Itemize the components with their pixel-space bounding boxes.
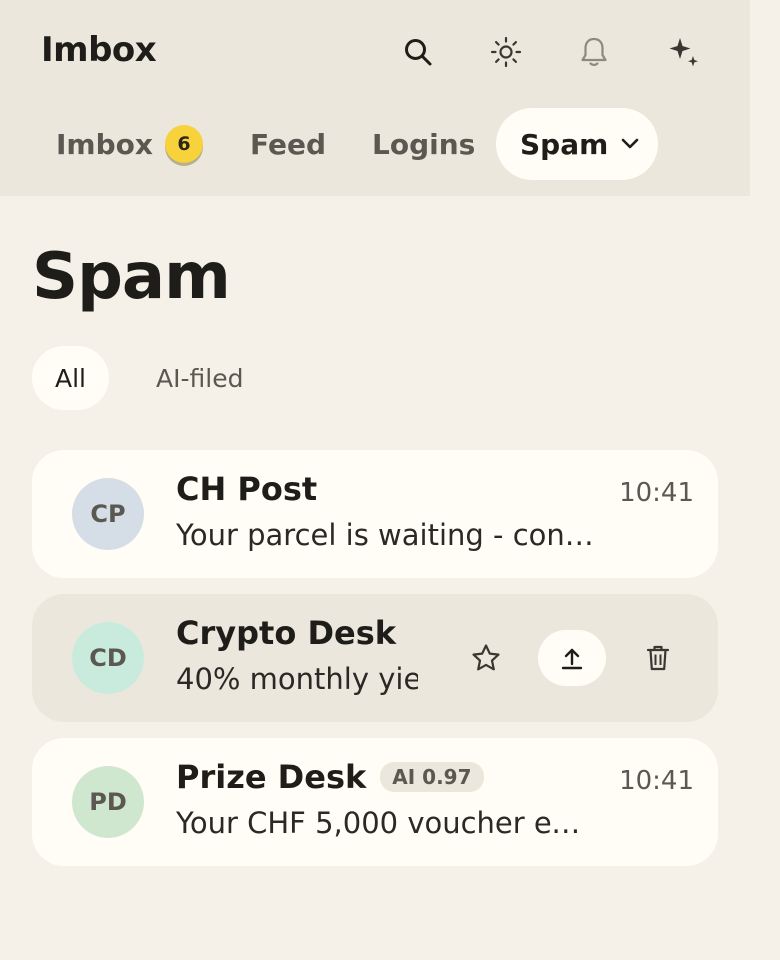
message-preview: Your parcel is waiting - confirm your de… xyxy=(176,518,596,552)
sender-name: CH Post xyxy=(176,470,318,508)
message-time: 10:41 xyxy=(619,478,694,508)
move-to-imbox-icon xyxy=(561,648,583,670)
tab-label: Imbox xyxy=(56,127,153,161)
avatar: PD xyxy=(72,766,144,838)
trash-icon xyxy=(646,645,670,671)
tab-logins[interactable]: Logins xyxy=(372,108,475,180)
unread-count-badge: 6 xyxy=(164,125,203,163)
bell-icon xyxy=(581,37,607,67)
sender-name: Prize Desk AI 0.97 xyxy=(176,758,484,796)
app-title: Imbox xyxy=(41,30,157,70)
tab-feed[interactable]: Feed xyxy=(250,108,326,180)
sender-label: Crypto Desk xyxy=(176,614,397,652)
avatar: CD xyxy=(72,622,144,694)
message-text-clip: Crypto Desk AI 40% monthly yield guarante… xyxy=(176,594,418,722)
star-icon xyxy=(472,644,500,671)
tab-label: Logins xyxy=(372,127,476,161)
chevron-down-icon xyxy=(621,138,639,149)
tab-label: Spam xyxy=(520,127,609,161)
delete-button[interactable] xyxy=(630,630,686,686)
sender-label: Prize Desk xyxy=(176,758,367,796)
tab-label: Feed xyxy=(250,127,327,161)
message-row[interactable]: PD Prize Desk AI 0.97 Your CHF 5,000 vouc… xyxy=(32,738,718,866)
sender-name: Crypto Desk AI xyxy=(176,614,418,652)
star-button[interactable] xyxy=(458,630,514,686)
avatar: CP xyxy=(72,478,144,550)
message-row[interactable]: CD Crypto Desk AI 40% monthly yield guara… xyxy=(32,594,718,722)
ai-assistant-button[interactable] xyxy=(662,30,706,74)
mailbox-tabs: Imbox 6 Feed Logins Spam xyxy=(0,108,750,180)
sun-icon xyxy=(490,36,522,68)
message-row[interactable]: CP CH Post Your parcel is waiting - conf… xyxy=(32,450,718,578)
tab-spam[interactable]: Spam xyxy=(496,108,658,180)
theme-button[interactable] xyxy=(484,30,528,74)
filter-ai-filed[interactable]: AI-filed xyxy=(156,346,243,410)
search-button[interactable] xyxy=(396,30,440,74)
ai-score-tag: AI 0.97 xyxy=(380,762,484,792)
sparkle-icon xyxy=(669,38,698,67)
move-to-imbox-button[interactable] xyxy=(538,630,606,686)
message-preview: Your CHF 5,000 voucher expires today xyxy=(176,806,596,840)
tab-imbox[interactable]: Imbox 6 xyxy=(56,108,203,180)
search-icon xyxy=(405,39,432,66)
message-time: 10:41 xyxy=(619,766,694,796)
page-title: Spam xyxy=(32,240,231,314)
top-bar: Imbox Imbox 6 Feed Logins Spam xyxy=(0,0,750,196)
message-preview: 40% monthly yield guaranteed xyxy=(176,662,418,696)
notifications-button[interactable] xyxy=(572,30,616,74)
filter-all[interactable]: All xyxy=(32,346,109,410)
ai-score-tag: AI xyxy=(410,618,418,648)
